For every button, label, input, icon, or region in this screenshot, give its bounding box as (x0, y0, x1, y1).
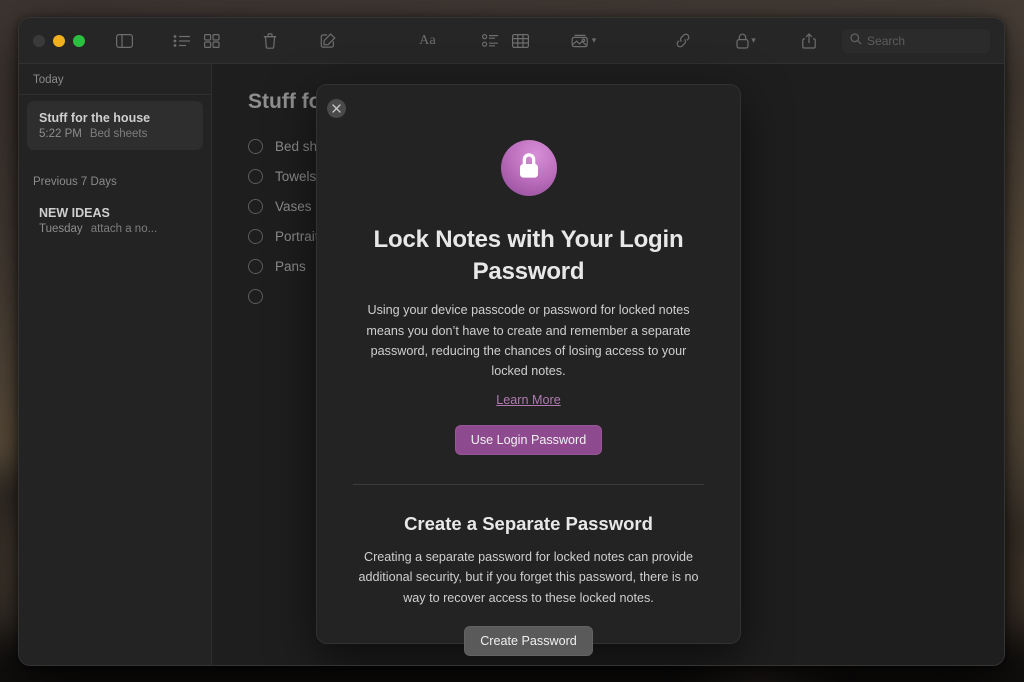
sidebar-icon (115, 33, 133, 48)
sidebar-section-header-today: Today (33, 74, 64, 86)
sidebar-divider (19, 94, 211, 95)
share-icon (802, 32, 816, 49)
lock-note-button[interactable]: ▾ (726, 28, 766, 54)
lock-icon (736, 33, 749, 49)
use-login-password-button[interactable]: Use Login Password (454, 424, 603, 455)
checklist-label: Vases (275, 198, 312, 214)
search-placeholder: Search (867, 33, 906, 48)
maximize-window-button[interactable] (73, 34, 85, 47)
note-snippet: Bed sheets (89, 128, 148, 140)
note-title: Stuff for the house (39, 111, 151, 125)
sidebar-section-header-previous-7-days: Previous 7 Days (33, 176, 117, 188)
checkbox-icon[interactable] (248, 168, 263, 184)
minimize-window-button[interactable] (53, 34, 65, 47)
format-button[interactable]: Aa (408, 28, 448, 54)
window-controls (33, 34, 85, 47)
create-password-button[interactable]: Create Password (464, 626, 593, 657)
compose-icon (320, 33, 336, 48)
sidebar-note-stuff-for-the-house[interactable]: Stuff for the house 5:22 PM Bed sheets (27, 101, 203, 150)
close-icon (332, 100, 341, 118)
checkbox-icon[interactable] (248, 288, 263, 304)
close-dialog-button[interactable] (327, 99, 346, 118)
note-time: 5:22 PM (39, 128, 82, 140)
note-time: Tuesday (39, 223, 83, 235)
media-icon (571, 34, 590, 48)
checklist-label: Pans (275, 258, 306, 274)
share-button[interactable] (794, 28, 824, 54)
note-snippet: attach a no... (90, 223, 158, 235)
lock-icon (517, 152, 541, 185)
sidebar-note-new-ideas[interactable]: NEW IDEAS Tuesday attach a no... (27, 196, 203, 245)
table-icon (512, 33, 530, 48)
checklist-button[interactable] (476, 28, 506, 54)
delete-note-button[interactable] (255, 28, 285, 54)
compose-note-button[interactable] (313, 28, 343, 54)
dialog-body: Using your device passcode or password f… (366, 303, 691, 379)
secondary-title: Create a Separate Password (404, 512, 653, 534)
list-view-button[interactable] (167, 28, 197, 54)
notes-sidebar: Today Stuff for the house 5:22 PM Bed sh… (19, 64, 212, 665)
login-password-section: Lock Notes with Your Login Password Usin… (341, 140, 716, 455)
link-icon (674, 33, 692, 48)
checklist-label: Towels (275, 168, 317, 184)
notes-app-window: Aa ▾ ▾ Search Today Stuff for the house … (18, 17, 1005, 666)
separate-password-section: Create a Separate Password Creating a se… (341, 512, 716, 657)
media-button[interactable]: ▾ (564, 28, 604, 54)
desktop-background: Aa ▾ ▾ Search Today Stuff for the house … (0, 0, 1024, 682)
checkbox-icon[interactable] (248, 228, 263, 244)
toolbar-format-group: Aa ▾ (408, 28, 604, 54)
checkbox-icon[interactable] (248, 198, 263, 214)
list-view-icon (173, 34, 191, 48)
note-meta: 5:22 PM Bed sheets (39, 128, 191, 140)
link-button[interactable] (668, 28, 698, 54)
close-window-button[interactable] (33, 34, 45, 47)
dialog-title: Lock Notes with Your Login Password (373, 226, 684, 286)
table-button[interactable] (506, 28, 536, 54)
toolbar: Aa ▾ ▾ Search (19, 18, 1004, 64)
gallery-view-icon (204, 33, 220, 48)
toolbar-right-group: ▾ (668, 28, 824, 54)
search-icon (850, 33, 862, 48)
dialog-divider (353, 483, 704, 485)
toolbar-left-group (109, 28, 343, 54)
checkbox-icon[interactable] (248, 258, 263, 274)
secondary-body: Creating a separate password for locked … (358, 549, 699, 605)
trash-icon (263, 32, 277, 49)
note-title: NEW IDEAS (39, 206, 110, 220)
lock-notes-dialog: Lock Notes with Your Login Password Usin… (316, 84, 741, 657)
lock-badge (500, 140, 557, 196)
sidebar-toggle-button[interactable] (109, 28, 139, 54)
chevron-down-icon: ▾ (591, 35, 597, 45)
format-label: Aa (419, 32, 436, 48)
search-input[interactable]: Search (842, 28, 990, 53)
learn-more-link[interactable]: Learn More (496, 393, 560, 407)
checkbox-icon[interactable] (248, 138, 263, 154)
note-meta: Tuesday attach a no... (39, 223, 191, 235)
checklist-icon (482, 33, 499, 48)
gallery-view-button[interactable] (197, 28, 227, 54)
chevron-down-icon: ▾ (751, 35, 756, 45)
